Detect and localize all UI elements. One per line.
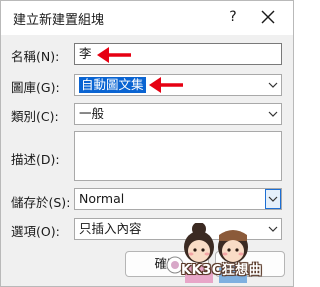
title-bar: 建立新建置組塊 ? bbox=[1, 1, 293, 35]
description-label: 描述(D): bbox=[11, 152, 60, 167]
category-dropdown-button[interactable] bbox=[265, 104, 281, 124]
close-button[interactable] bbox=[257, 6, 279, 28]
gallery-dropdown-button[interactable] bbox=[265, 75, 281, 95]
dialog-title: 建立新建置組塊 bbox=[13, 13, 105, 28]
save-in-dropdown-button[interactable] bbox=[265, 189, 281, 209]
help-button[interactable]: ? bbox=[225, 9, 241, 25]
arrow-icon bbox=[97, 47, 131, 63]
chevron-down-icon bbox=[268, 196, 278, 202]
chevron-down-icon bbox=[268, 82, 278, 88]
save-in-select-value: Normal bbox=[79, 191, 125, 206]
category-label: 類別(C): bbox=[11, 109, 59, 124]
name-label: 名稱(N): bbox=[11, 49, 60, 64]
create-building-block-dialog: 建立新建置組塊 ? 名稱(N): 李 圖庫(G): 自動圖文集 類別(C): 一… bbox=[0, 0, 294, 287]
category-select-value: 一般 bbox=[79, 106, 105, 121]
options-select-value: 只插入內容 bbox=[79, 221, 142, 236]
name-input-value: 李 bbox=[79, 46, 92, 61]
save-in-label: 儲存於(S): bbox=[11, 195, 71, 210]
gallery-select-value: 自動圖文集 bbox=[79, 77, 146, 93]
arrow-icon bbox=[149, 77, 183, 93]
gallery-label: 圖庫(G): bbox=[11, 80, 60, 95]
save-in-select[interactable]: Normal bbox=[74, 188, 282, 210]
category-select[interactable]: 一般 bbox=[74, 103, 282, 125]
close-icon bbox=[261, 10, 275, 24]
watermark-text: KK3C狂想曲 bbox=[181, 263, 263, 278]
chevron-down-icon bbox=[268, 111, 278, 117]
options-label: 選項(O): bbox=[11, 224, 60, 239]
description-textarea[interactable] bbox=[74, 131, 282, 181]
